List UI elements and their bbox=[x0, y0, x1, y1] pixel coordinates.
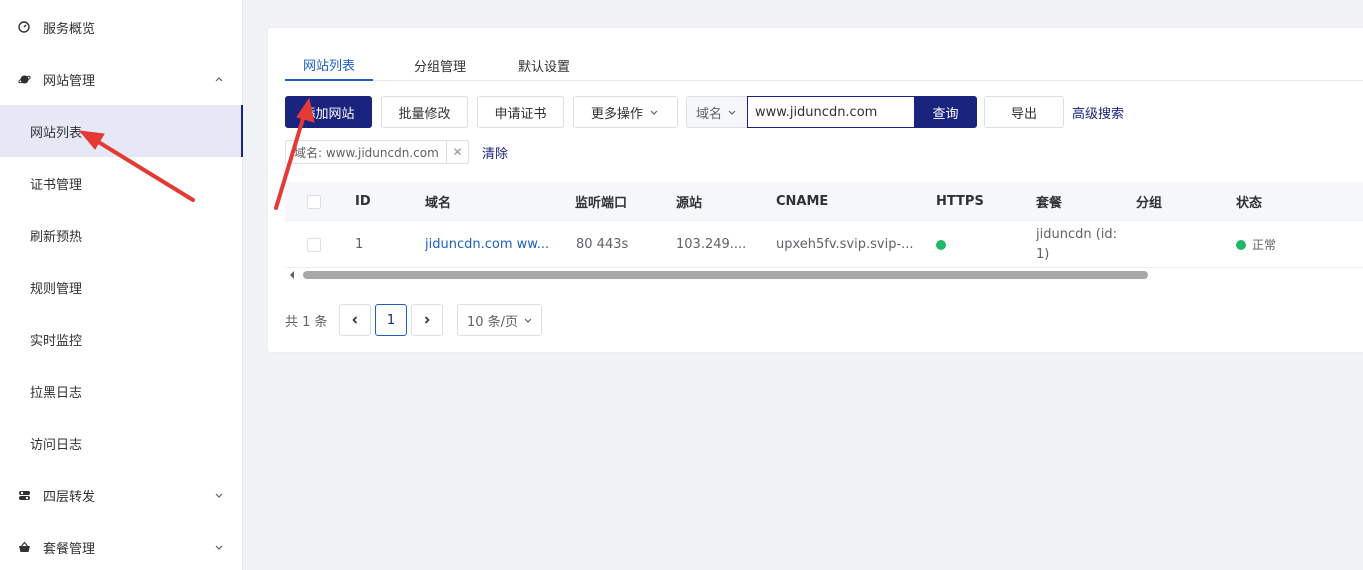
chevron-up-icon bbox=[215, 77, 223, 82]
menu-plan-management[interactable]: 套餐管理 bbox=[0, 521, 243, 570]
menu-service-overview[interactable]: 服务概览 bbox=[0, 1, 243, 53]
plan-id: 1) bbox=[1036, 246, 1050, 262]
chevron-left-icon bbox=[352, 316, 358, 324]
sidebar-item-block-log[interactable]: 拉黑日志 bbox=[0, 365, 243, 417]
tab-bar: 网站列表 分组管理 默认设置 bbox=[285, 50, 1363, 81]
sidebar-item-refresh-preheat[interactable]: 刷新预热 bbox=[0, 209, 243, 261]
menu-site-management[interactable]: 网站管理 bbox=[0, 53, 243, 105]
filter-tag-label: 域名: www.jiduncdn.com bbox=[294, 145, 439, 160]
planet-icon bbox=[17, 72, 31, 86]
table-row[interactable]: 1 jiduncdn.com ww... 80 443s 103.249....… bbox=[285, 221, 1363, 268]
dashboard-icon bbox=[17, 20, 31, 34]
advanced-search-link[interactable]: 高级搜索 bbox=[1072, 96, 1124, 128]
col-id: ID bbox=[355, 194, 371, 209]
col-group: 分组 bbox=[1136, 196, 1163, 211]
export-button[interactable]: 导出 bbox=[984, 96, 1064, 128]
page-number-button[interactable]: 1 bbox=[375, 304, 407, 336]
toggle-icon bbox=[17, 488, 31, 502]
query-button[interactable]: 查询 bbox=[914, 96, 977, 128]
col-origin: 源站 bbox=[676, 196, 703, 211]
page-size-label: 10 条/页 bbox=[467, 314, 519, 330]
scroll-left-icon[interactable] bbox=[287, 268, 297, 282]
status-text: 正常 bbox=[1252, 238, 1277, 252]
chevron-down-icon bbox=[524, 318, 532, 323]
status-dot-icon bbox=[1236, 239, 1246, 250]
apply-cert-button[interactable]: 申请证书 bbox=[477, 96, 564, 128]
cell-ports: 80 443s bbox=[576, 237, 629, 252]
cell-domain-link[interactable]: jiduncdn.com ww... bbox=[425, 221, 565, 268]
tab-default-settings[interactable]: 默认设置 bbox=[509, 50, 579, 81]
search-input[interactable]: www.jiduncdn.com bbox=[747, 96, 915, 128]
search-field-label: 域名 bbox=[696, 106, 723, 122]
menu-label: 四层转发 bbox=[43, 489, 96, 505]
add-site-button[interactable]: 添加网站 bbox=[285, 96, 372, 128]
sidebar-item-cert-management[interactable]: 证书管理 bbox=[0, 157, 243, 209]
sidebar-item-rule-management[interactable]: 规则管理 bbox=[0, 261, 243, 313]
close-icon[interactable]: ✕ bbox=[446, 141, 468, 163]
cell-status: 正常 bbox=[1236, 221, 1276, 268]
plan-name: jiduncdn (id: bbox=[1036, 226, 1118, 242]
col-ports: 监听端口 bbox=[575, 196, 628, 211]
col-cname: CNAME bbox=[776, 194, 829, 209]
col-plan: 套餐 bbox=[1036, 196, 1063, 211]
sidebar-item-site-list[interactable]: 网站列表 bbox=[0, 105, 243, 157]
cell-cname: upxeh5fv.svip.svip-... bbox=[776, 237, 914, 252]
chevron-right-icon bbox=[424, 316, 430, 324]
table-header: ID 域名 监听端口 源站 CNAME HTTPS 套餐 分组 状态 bbox=[285, 182, 1363, 221]
horizontal-scrollbar[interactable] bbox=[285, 268, 1363, 282]
cell-id: 1 bbox=[355, 237, 364, 252]
more-actions-dropdown[interactable]: 更多操作 bbox=[573, 96, 678, 128]
next-page-button[interactable] bbox=[411, 304, 443, 336]
basket-icon bbox=[17, 540, 31, 554]
col-https: HTTPS bbox=[936, 194, 984, 209]
col-domain: 域名 bbox=[425, 196, 452, 211]
site-list-card: 网站列表 分组管理 默认设置 添加网站 批量修改 申请证书 更多操作 域名 ww… bbox=[267, 27, 1363, 353]
search-field-select[interactable]: 域名 bbox=[686, 96, 747, 128]
chevron-down-icon bbox=[728, 110, 736, 115]
menu-layer4-forward[interactable]: 四层转发 bbox=[0, 469, 243, 521]
cell-origin: 103.249.... bbox=[676, 237, 747, 252]
col-status: 状态 bbox=[1236, 196, 1263, 211]
sidebar: 服务概览 网站管理 网站列表 证书管理 刷新预热 规则管理 实时监控 拉黑日志 … bbox=[0, 0, 243, 570]
sidebar-item-access-log[interactable]: 访问日志 bbox=[0, 417, 243, 469]
filter-tag: 域名: www.jiduncdn.com ✕ bbox=[285, 140, 469, 164]
page-size-select[interactable]: 10 条/页 bbox=[457, 304, 542, 336]
chevron-down-icon bbox=[215, 493, 223, 498]
select-all-checkbox[interactable] bbox=[307, 194, 321, 209]
menu-label: 服务概览 bbox=[43, 21, 96, 37]
menu-label: 套餐管理 bbox=[43, 541, 96, 557]
row-checkbox[interactable] bbox=[307, 237, 321, 252]
scroll-thumb[interactable] bbox=[303, 271, 1148, 279]
clear-filter-link[interactable]: 清除 bbox=[482, 140, 508, 164]
batch-edit-button[interactable]: 批量修改 bbox=[381, 96, 468, 128]
more-actions-label: 更多操作 bbox=[590, 106, 643, 122]
tab-group-management[interactable]: 分组管理 bbox=[405, 50, 475, 81]
tab-site-list[interactable]: 网站列表 bbox=[285, 50, 373, 81]
site-table: ID 域名 监听端口 源站 CNAME HTTPS 套餐 分组 状态 1 jid… bbox=[285, 182, 1363, 268]
menu-label: 网站管理 bbox=[43, 73, 96, 89]
prev-page-button[interactable] bbox=[339, 304, 371, 336]
cell-plan: jiduncdn (id: 1) bbox=[1036, 221, 1126, 268]
https-enabled-icon bbox=[936, 239, 946, 250]
pagination-total: 共 1 条 bbox=[285, 314, 328, 330]
chevron-down-icon bbox=[215, 545, 223, 550]
chevron-down-icon bbox=[650, 110, 658, 115]
sidebar-item-realtime-monitor[interactable]: 实时监控 bbox=[0, 313, 243, 365]
